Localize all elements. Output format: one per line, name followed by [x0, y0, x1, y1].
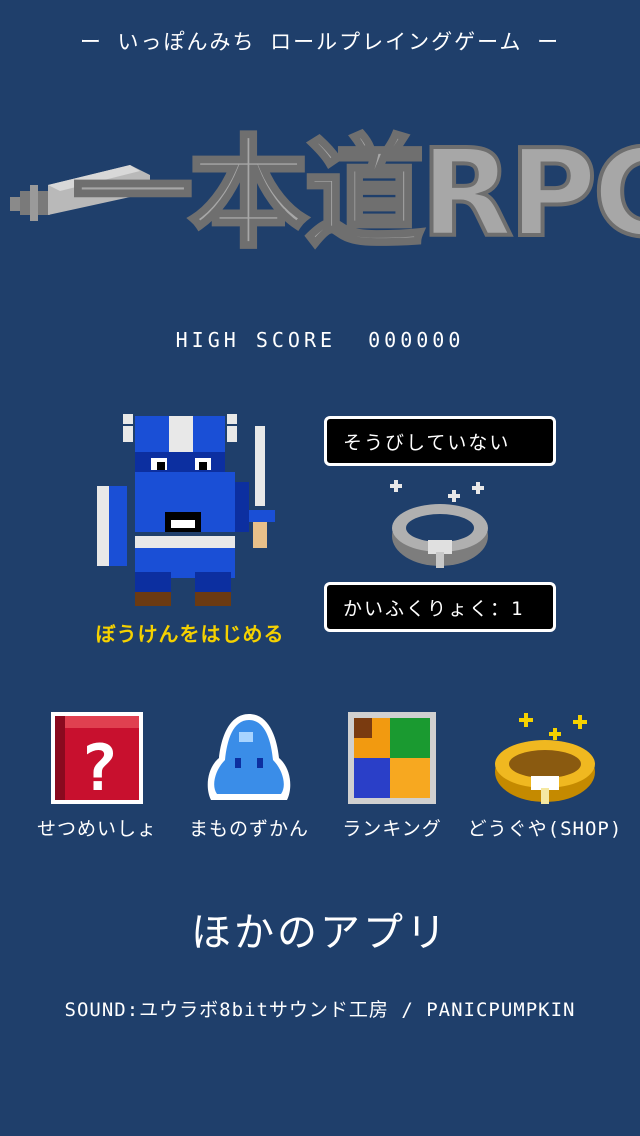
game-subtitle: ー いっぽんみち ロールプレイングゲーム ー — [79, 30, 561, 54]
manual-book-icon: ? — [47, 708, 147, 812]
menu-manual-label: せつめいしょ — [36, 818, 157, 840]
menu-manual[interactable]: ? せつめいしょ — [17, 708, 177, 848]
hero-character[interactable] — [95, 412, 285, 612]
high-score-value: 000000 — [368, 328, 465, 352]
equipment-status-text: そうびしていない — [343, 431, 511, 454]
menu-ranking[interactable]: ランキング — [312, 708, 472, 848]
menu-monster-book-label: まものずかん — [188, 818, 309, 840]
start-adventure-button[interactable]: ぼうけんをはじめる — [60, 618, 320, 647]
menu-ranking-label: ランキング — [342, 818, 442, 840]
other-apps-button[interactable]: ほかのアプリ — [0, 900, 640, 958]
menu-monster-book[interactable]: まものずかん — [169, 708, 329, 848]
menu-shop[interactable]: どうぐや(SHOP) — [465, 708, 625, 848]
recovery-power-text: かいふくりょく：1 — [343, 597, 525, 620]
slime-icon — [199, 708, 299, 812]
silver-ring-icon[interactable] — [384, 476, 496, 576]
menu-shop-label: どうぐや(SHOP) — [467, 818, 623, 840]
sound-credits: SOUND:ユウラボ8bitサウンド工房 / PANICPUMPKIN — [64, 999, 576, 1021]
logo-text: 一本道RPG — [73, 125, 640, 264]
equipment-status-box: そうびしていない — [324, 416, 556, 466]
high-score: HIGH SCORE 000000 — [0, 328, 640, 352]
recovery-power-box: かいふくりょく：1 — [324, 582, 556, 632]
svg-text:?: ? — [80, 732, 119, 806]
high-score-label: HIGH SCORE — [175, 328, 337, 352]
gold-ring-icon — [489, 708, 601, 816]
game-logo: 一本道RPG — [0, 85, 640, 275]
ranking-icon — [346, 708, 438, 812]
